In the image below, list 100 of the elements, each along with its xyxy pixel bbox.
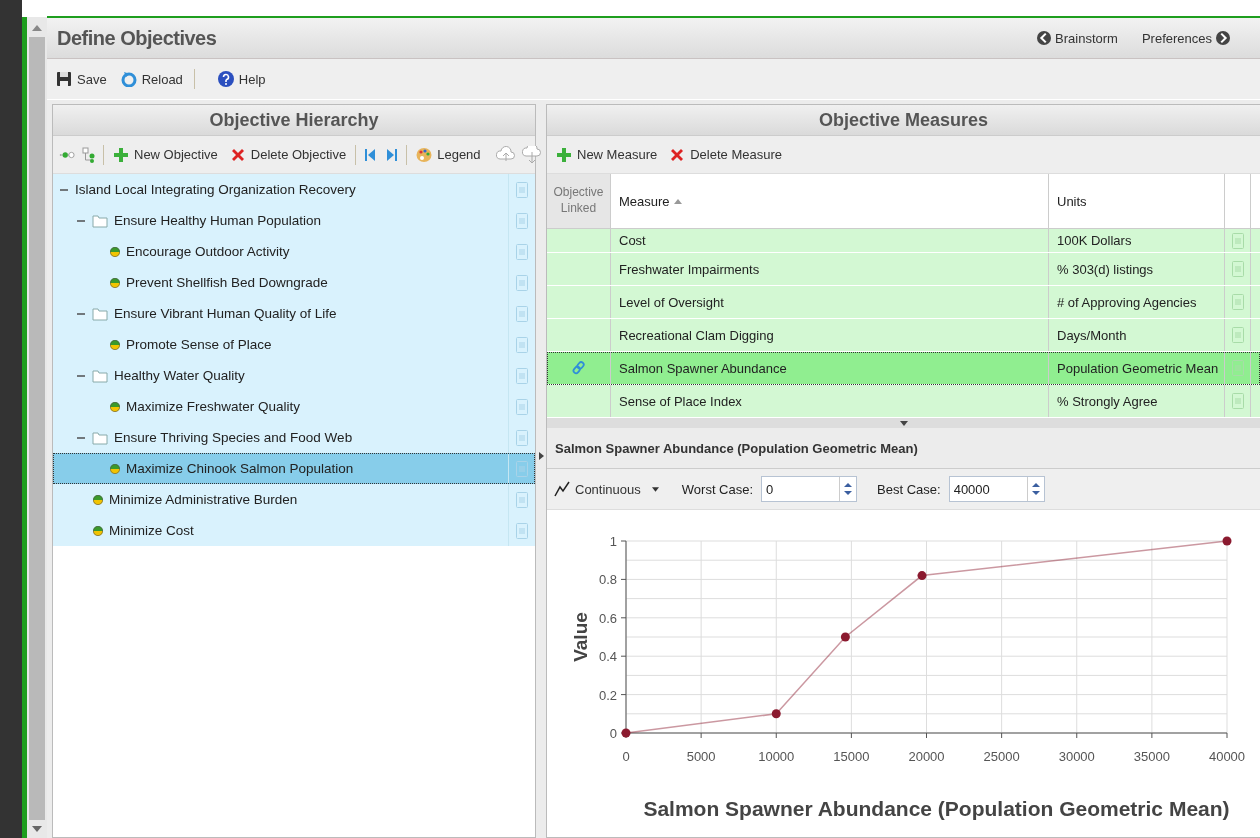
toolbar-button[interactable]: Save: [53, 69, 110, 89]
notes-icon[interactable]: [1231, 327, 1244, 343]
x-tick-label: 40000: [1208, 749, 1246, 764]
measure-row[interactable]: Cost 100K Dollars: [547, 229, 1260, 253]
tree-item[interactable]: Prevent Shellfish Bed Downgrade: [53, 267, 535, 298]
measure-row[interactable]: Freshwater Impairments % 303(d) listings: [547, 253, 1260, 286]
help-icon: [217, 71, 234, 87]
status-dot-icon: [110, 339, 120, 350]
tree-item[interactable]: Ensure Vibrant Human Quality of Life: [53, 298, 535, 329]
table-cell: Cost: [619, 233, 646, 248]
data-point[interactable]: [771, 709, 781, 719]
scroll-down-icon[interactable]: [32, 826, 42, 832]
tree-item[interactable]: Minimize Administrative Burden: [53, 484, 535, 515]
tree-label: Minimize Cost: [109, 523, 194, 538]
notes-icon[interactable]: [1231, 294, 1244, 310]
cloud-down-icon[interactable]: [521, 145, 542, 164]
y-tick-label: 1: [609, 534, 617, 549]
notes-icon[interactable]: [516, 305, 528, 322]
collapse-arrow-icon[interactable]: [538, 452, 544, 460]
toolbar-button[interactable]: Reload: [117, 69, 186, 89]
tree-label: Island Local Integrating Organization Recovery: [75, 182, 356, 197]
panel-title: Objective Measures: [547, 105, 1260, 136]
notes-icon[interactable]: [1231, 232, 1244, 249]
scroll-up-icon[interactable]: [32, 25, 42, 31]
y-tick-label: 0.6: [598, 610, 617, 626]
notes-icon[interactable]: [516, 429, 528, 446]
panel-title: Objective Hierarchy: [53, 105, 535, 136]
measure-row[interactable]: Sense of Place Index % Strongly Agree: [547, 385, 1260, 418]
status-dot-icon: [110, 277, 120, 288]
tree-label: Minimize Administrative Burden: [109, 492, 298, 507]
notes-icon[interactable]: [516, 181, 528, 198]
table-cell: Recreational Clam Digging: [619, 327, 774, 343]
detail-title: Salmon Spawner Abundance (Population Geometric Mean): [547, 428, 1260, 469]
table-cell: Salmon Spawner Abundance: [619, 360, 787, 376]
notes-icon[interactable]: [516, 522, 528, 539]
nav-link[interactable]: Preferences: [1141, 30, 1230, 46]
toolbar-button[interactable]: Delete Measure: [666, 144, 785, 165]
notes-icon[interactable]: [516, 212, 528, 229]
column-header[interactable]: Objective Linked: [547, 174, 611, 228]
folder-icon: [92, 306, 108, 321]
column-header[interactable]: Units: [1049, 174, 1225, 228]
plus-icon: [556, 146, 572, 163]
measure-row[interactable]: Recreational Clam Digging Days/Month: [547, 319, 1260, 352]
x-tick-label: 30000: [1058, 749, 1095, 764]
cloud-up-icon[interactable]: [495, 145, 516, 164]
toolbar-button[interactable]: Legend: [413, 144, 484, 165]
status-dot-icon: [110, 401, 120, 412]
measure-row[interactable]: Salmon Spawner Abundance Population Geometric Mean: [547, 352, 1260, 385]
notes-icon[interactable]: [516, 336, 528, 353]
status-dot-icon: [110, 463, 120, 474]
best-case-field[interactable]: 40000: [948, 476, 1045, 502]
tree-item[interactable]: Maximize Chinook Salmon Population: [53, 453, 535, 484]
page-title: Define Objectives: [57, 26, 217, 50]
tree-item[interactable]: Healthy Water Quality: [53, 360, 535, 391]
tree-item[interactable]: Ensure Thriving Species and Food Web: [53, 422, 535, 453]
scrollbar[interactable]: [27, 17, 47, 838]
spin-arrows-icon[interactable]: [844, 481, 853, 497]
folder-icon: [92, 368, 108, 383]
tree-item[interactable]: Promote Sense of Place: [53, 329, 535, 360]
tree-item[interactable]: Ensure Healthy Human Population: [53, 205, 535, 236]
notes-icon[interactable]: [516, 274, 528, 291]
tree-item[interactable]: Encourage Outdoor Activity: [53, 236, 535, 267]
notes-icon[interactable]: [516, 243, 528, 260]
tree-label: Healthy Water Quality: [114, 368, 245, 383]
tree-label: Encourage Outdoor Activity: [126, 244, 290, 259]
table-cell: 100K Dollars: [1057, 233, 1132, 248]
y-axis-title: Value: [570, 612, 591, 662]
notes-icon[interactable]: [516, 491, 528, 508]
measure-row[interactable]: Level of Oversight # of Approving Agencies: [547, 286, 1260, 319]
function-type-dropdown[interactable]: Continuous: [551, 479, 662, 499]
collapse-arrow-icon[interactable]: [899, 420, 908, 426]
toolbar-button[interactable]: Help: [214, 69, 269, 89]
data-point[interactable]: [1222, 536, 1232, 546]
table-cell: Days/Month: [1057, 327, 1127, 343]
x-tick-label: 5000: [686, 749, 716, 764]
toolbar-button[interactable]: New Measure: [553, 144, 661, 165]
notes-icon[interactable]: [1231, 261, 1244, 277]
tree-item[interactable]: Island Local Integrating Organization Recovery: [53, 174, 535, 205]
notes-icon[interactable]: [516, 398, 528, 415]
field-label: Best Case:: [877, 481, 941, 497]
status-dot-icon: [110, 246, 120, 257]
nav-link[interactable]: Brainstorm: [1037, 30, 1118, 46]
tree-item[interactable]: Maximize Freshwater Quality: [53, 391, 535, 422]
data-point[interactable]: [621, 728, 631, 738]
toolbar-button[interactable]: Delete Objective: [226, 144, 350, 165]
folder-icon: [92, 213, 108, 228]
table-cell: % Strongly Agree: [1057, 393, 1158, 409]
collapse-all-icon[interactable]: [81, 146, 97, 163]
data-point[interactable]: [840, 632, 850, 642]
table-cell: Population Geometric Mean: [1057, 360, 1219, 376]
x-tick-label: 10000: [758, 749, 795, 764]
worst-case-field[interactable]: 0: [761, 476, 858, 502]
notes-icon[interactable]: [516, 367, 528, 384]
notes-icon[interactable]: [1231, 393, 1244, 409]
column-header[interactable]: Measure: [611, 174, 1049, 228]
close-icon: [669, 146, 686, 163]
spin-arrows-icon[interactable]: [1031, 481, 1040, 497]
data-point[interactable]: [917, 571, 927, 581]
tree-item[interactable]: Minimize Cost: [53, 515, 535, 546]
toolbar-button[interactable]: New Objective: [110, 144, 221, 165]
